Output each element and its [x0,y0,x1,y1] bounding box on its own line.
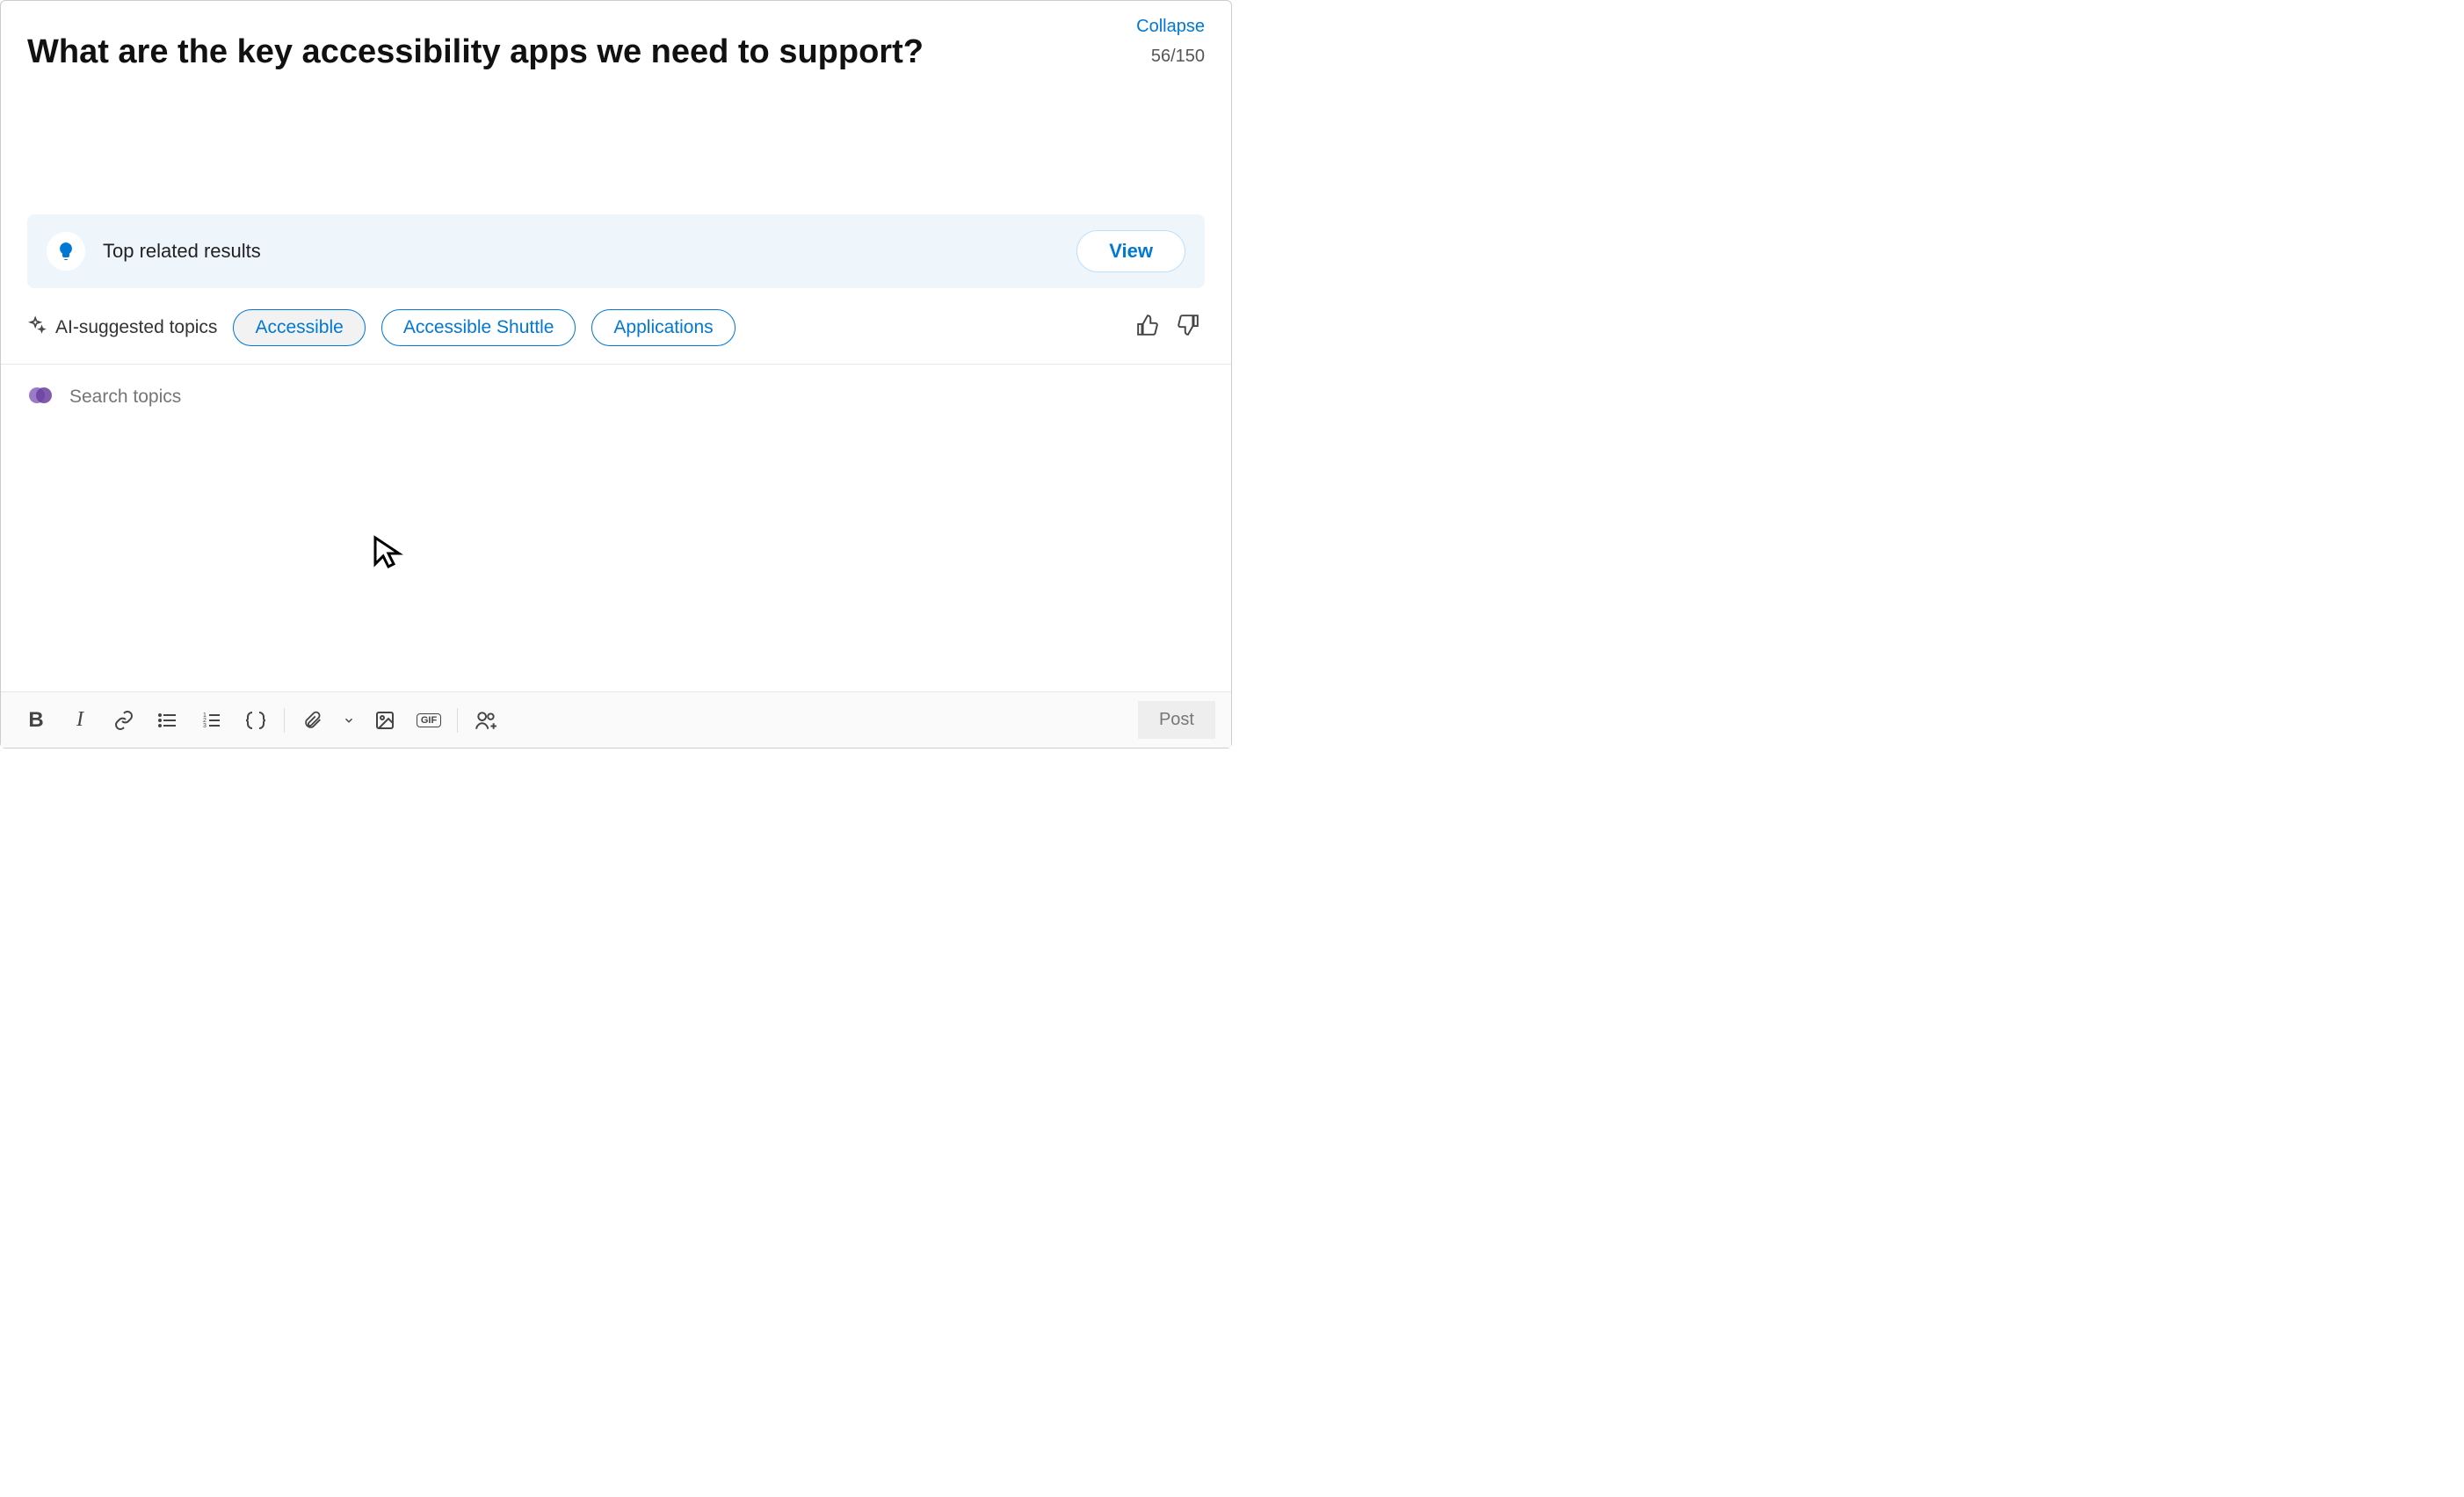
thumbs-down-icon[interactable] [1177,314,1199,341]
related-results-label: Top related results [103,240,261,263]
viva-topics-icon [27,382,54,413]
related-results-panel: Top related results View [27,214,1205,288]
sparkle-icon [27,315,47,340]
image-button[interactable] [366,703,404,738]
ai-suggested-text: AI-suggested topics [55,317,217,338]
character-count: 56/150 [1151,47,1205,67]
topic-pill-applications[interactable]: Applications [591,309,735,346]
bold-button[interactable]: B [17,703,55,738]
mouse-cursor-icon [373,535,404,572]
attachment-dropdown[interactable] [337,703,360,738]
collapse-link[interactable]: Collapse [1136,17,1205,37]
attachment-button[interactable] [294,703,332,738]
svg-text:3: 3 [203,723,207,729]
post-button[interactable]: Post [1138,701,1215,739]
ai-suggested-label: AI-suggested topics [27,315,217,340]
code-block-button[interactable] [236,703,275,738]
search-topics-input[interactable] [69,387,597,408]
lightbulb-icon [47,232,85,271]
numbered-list-button[interactable]: 123 [192,703,231,738]
mention-person-button[interactable] [467,703,505,738]
ai-suggested-topics-row: AI-suggested topics Accessible Accessibl… [1,288,1231,355]
topic-pill-accessible-shuttle[interactable]: Accessible Shuttle [381,309,576,346]
thumbs-up-icon[interactable] [1136,314,1159,341]
gif-button[interactable]: GIF [409,703,448,738]
link-button[interactable] [105,703,143,738]
search-topics-row [1,365,1231,430]
view-button[interactable]: View [1076,230,1185,272]
bullet-list-button[interactable] [149,703,187,738]
editor-toolbar: B I 123 GIF Post [1,691,1231,748]
topic-pill-accessible[interactable]: Accessible [233,309,365,346]
question-title[interactable]: What are the key accessibility apps we n… [1,1,967,74]
italic-button[interactable]: I [61,703,99,738]
